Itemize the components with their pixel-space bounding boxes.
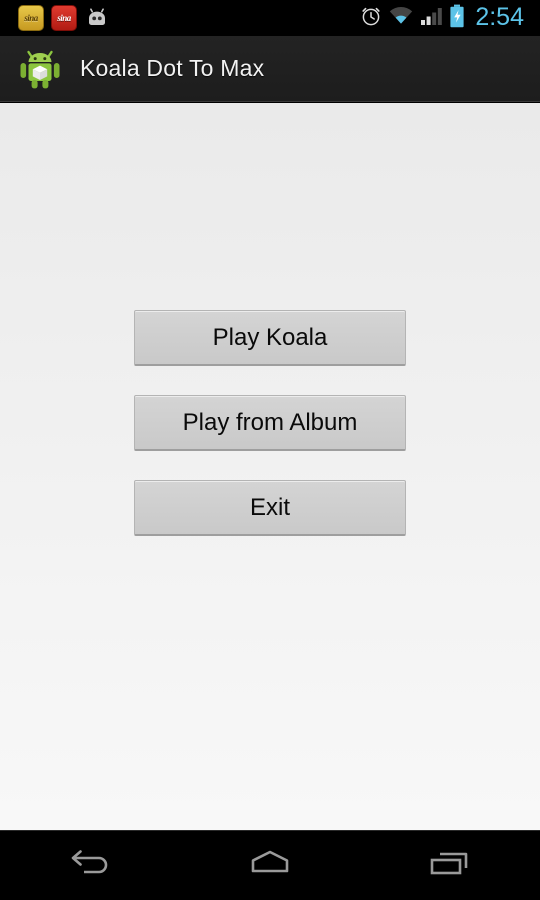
exit-button[interactable]: Exit (134, 480, 406, 536)
sina-weibo-notification-icon: sina (18, 5, 44, 31)
android-robot-app-icon (18, 47, 62, 91)
phone-screen: sina sina 2:54 Koala Dot To Max Play Koa… (0, 0, 540, 900)
status-bar-notification-area: sina sina (18, 5, 110, 31)
battery-charging-icon (449, 4, 465, 33)
wifi-icon (389, 6, 413, 31)
sina-news-glyph: sina (57, 13, 71, 23)
android-system-notification-icon (84, 7, 110, 29)
action-bar: Koala Dot To Max (0, 36, 540, 102)
page-title: Koala Dot To Max (80, 55, 265, 81)
status-bar: sina sina 2:54 (0, 0, 540, 36)
nav-recents-button[interactable] (360, 831, 540, 900)
alarm-clock-icon (360, 5, 382, 32)
navigation-bar (0, 830, 540, 900)
play-koala-button[interactable]: Play Koala (134, 310, 406, 366)
play-from-album-button[interactable]: Play from Album (134, 395, 406, 451)
sina-news-notification-icon: sina (51, 5, 77, 31)
nav-home-button[interactable] (180, 831, 360, 900)
main-menu: Play Koala Play from Album Exit (134, 310, 406, 536)
main-content: Play Koala Play from Album Exit (0, 103, 540, 830)
status-bar-clock: 2:54 (475, 2, 524, 31)
recent-apps-icon (423, 846, 477, 885)
cellular-signal-icon (420, 6, 443, 31)
status-bar-system-area: 2:54 (360, 4, 532, 33)
nav-back-button[interactable] (0, 831, 180, 900)
sina-weibo-glyph: sina (24, 13, 38, 23)
back-arrow-icon (62, 846, 118, 885)
home-icon (243, 846, 297, 885)
